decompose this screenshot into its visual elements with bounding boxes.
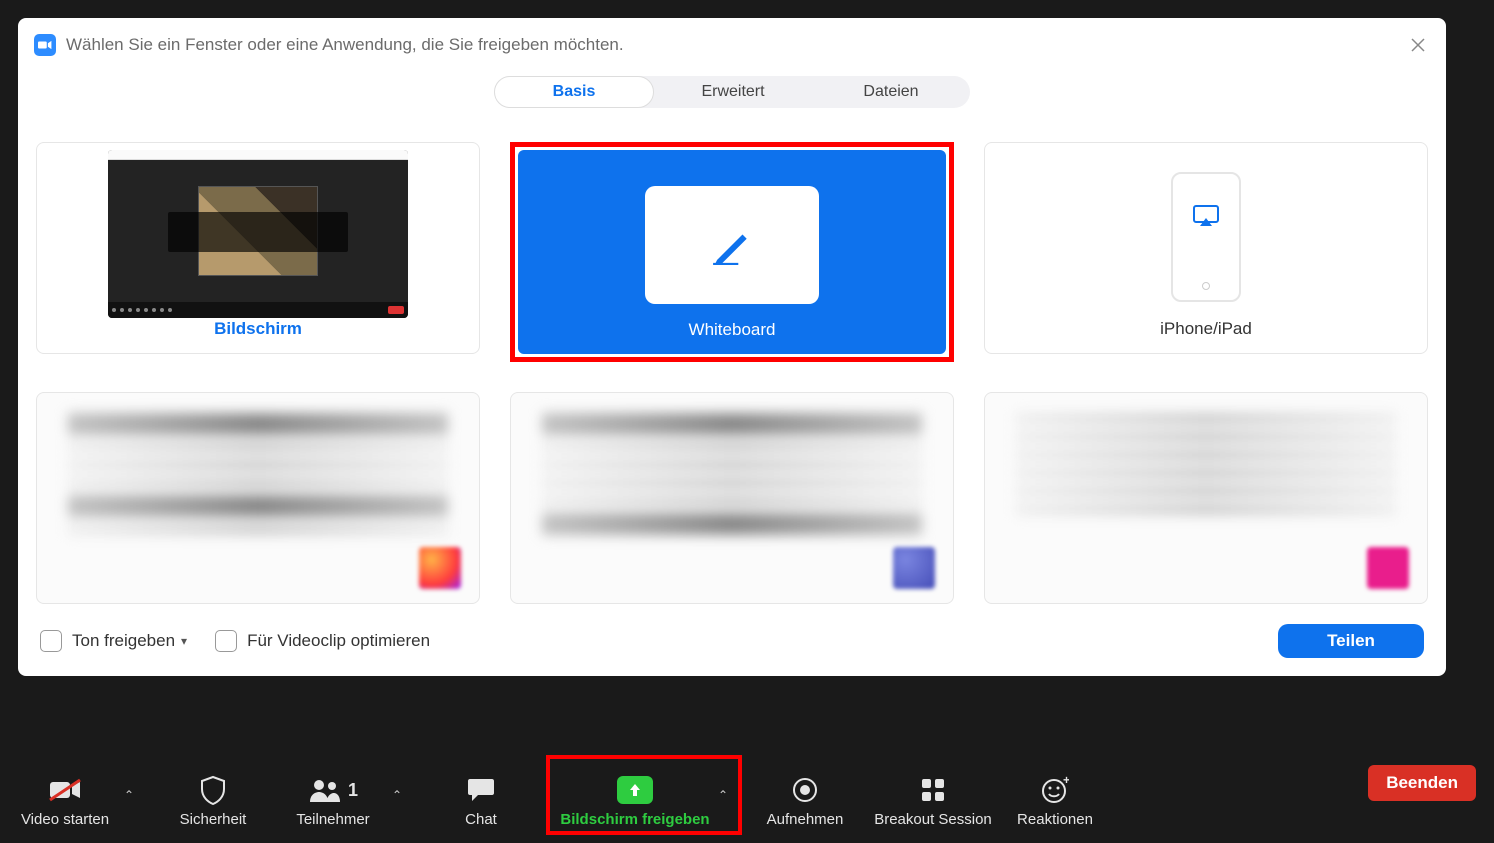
tab-basic[interactable]: Basis — [494, 76, 654, 108]
zoom-logo-icon — [34, 34, 56, 56]
reactions-button[interactable]: + Reaktionen — [1010, 762, 1100, 828]
firefox-icon — [419, 547, 461, 589]
security-button[interactable]: Sicherheit — [168, 762, 258, 828]
share-up-icon — [617, 776, 653, 804]
checkbox-icon — [215, 630, 237, 652]
share-audio-checkbox[interactable]: Ton freigeben ▾ — [40, 630, 187, 652]
share-options-chevron-icon[interactable]: ⌃ — [710, 782, 736, 808]
chat-button[interactable]: Chat — [436, 762, 526, 828]
reactions-icon: + — [1041, 776, 1069, 804]
breakout-button[interactable]: Breakout Session — [868, 762, 998, 828]
app-icon — [1367, 547, 1409, 589]
teams-icon — [893, 547, 935, 589]
tab-advanced[interactable]: Erweitert — [654, 76, 812, 108]
chevron-down-icon[interactable]: ▾ — [181, 634, 187, 648]
end-meeting-button[interactable]: Beenden — [1368, 765, 1476, 801]
video-options-chevron-icon[interactable]: ⌃ — [116, 782, 142, 808]
share-options-grid: Bildschirm Whiteboard — [18, 108, 1446, 604]
participants-options-chevron-icon[interactable]: ⌃ — [384, 782, 410, 808]
video-off-icon — [48, 778, 82, 802]
close-icon[interactable] — [1406, 33, 1430, 57]
share-screen-dialog: Wählen Sie ein Fenster oder eine Anwendu… — [18, 18, 1446, 676]
iphone-icon — [1171, 172, 1241, 302]
breakout-icon — [920, 777, 946, 803]
dialog-header: Wählen Sie ein Fenster oder eine Anwendu… — [18, 18, 1446, 60]
optimize-video-checkbox[interactable]: Für Videoclip optimieren — [215, 630, 430, 652]
share-option-iphone[interactable]: iPhone/iPad — [984, 142, 1428, 354]
share-option-app-3[interactable] — [984, 392, 1428, 604]
start-video-button[interactable]: Video starten — [20, 762, 110, 828]
participants-button[interactable]: 1 Teilnehmer — [288, 762, 378, 828]
share-option-label: Bildschirm — [214, 319, 302, 339]
share-button[interactable]: Teilen — [1278, 624, 1424, 658]
shield-icon — [200, 775, 226, 805]
share-option-whiteboard[interactable]: Whiteboard — [510, 142, 954, 362]
checkbox-icon — [40, 630, 62, 652]
whiteboard-card-icon — [645, 186, 819, 304]
participants-count: 1 — [348, 780, 358, 801]
screen-thumbnail — [108, 150, 408, 318]
record-button[interactable]: Aufnehmen — [760, 762, 850, 828]
record-icon — [792, 777, 818, 803]
share-tabs: Basis Erweitert Dateien — [494, 76, 970, 108]
meeting-toolbar: Video starten ⌃ Sicherheit 1 Teilnehmer — [0, 753, 1494, 843]
dialog-footer: Ton freigeben ▾ Für Videoclip optimieren… — [18, 624, 1446, 676]
share-option-screen[interactable]: Bildschirm — [36, 142, 480, 354]
share-screen-highlight: Bildschirm freigeben ⌃ — [546, 755, 742, 835]
tab-files[interactable]: Dateien — [812, 76, 970, 108]
share-option-label: Whiteboard — [689, 320, 776, 340]
share-option-app-2[interactable] — [510, 392, 954, 604]
share-option-app-1[interactable] — [36, 392, 480, 604]
dialog-title: Wählen Sie ein Fenster oder eine Anwendu… — [66, 35, 1406, 55]
whiteboard-selected: Whiteboard — [518, 150, 946, 354]
share-screen-button[interactable]: Bildschirm freigeben — [560, 762, 710, 828]
chat-icon — [466, 777, 496, 803]
svg-text:+: + — [1063, 776, 1069, 787]
share-option-label: iPhone/iPad — [1160, 319, 1252, 339]
participants-icon — [308, 778, 342, 802]
